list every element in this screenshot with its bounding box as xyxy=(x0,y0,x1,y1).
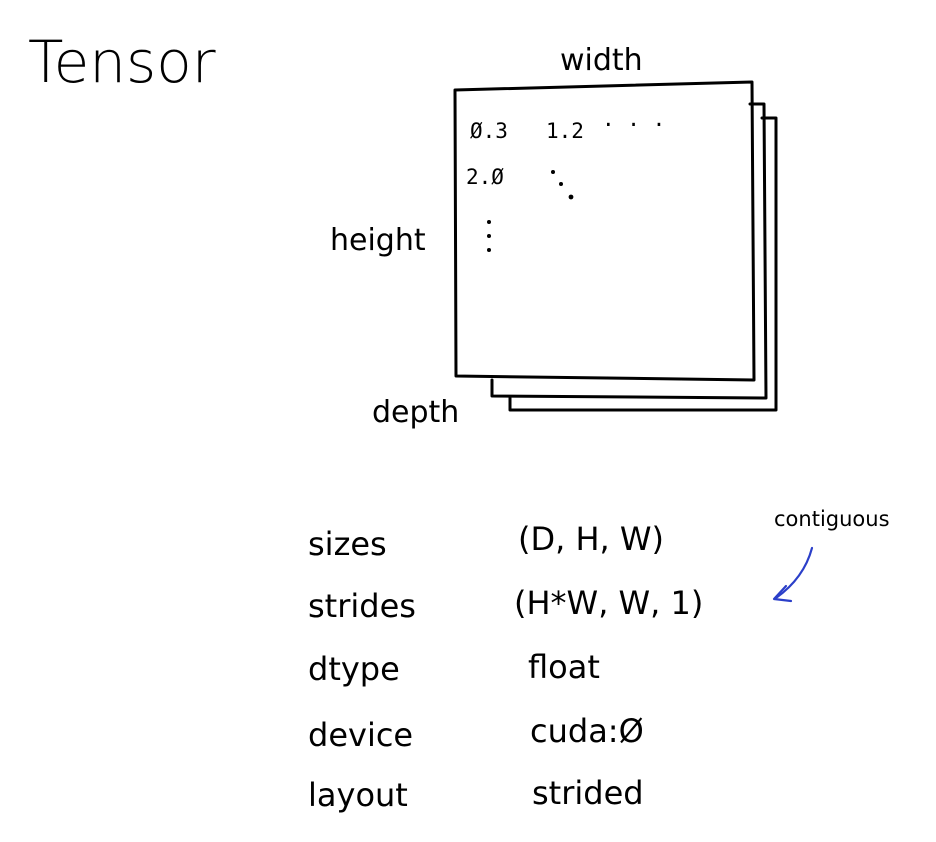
height-label: height xyxy=(330,223,426,258)
tensor-diagram: Tensor width height depth Ø.3 1.2 · · · … xyxy=(28,28,890,814)
contiguous-annotation: contiguous xyxy=(774,507,890,531)
vertical-ellipsis xyxy=(487,220,491,252)
prop-name-dtype: dtype xyxy=(308,650,400,688)
cell-r0c1: 1.2 xyxy=(546,119,584,143)
cell-row-ellipsis: · · · xyxy=(602,113,665,137)
prop-value-layout: strided xyxy=(532,774,644,812)
prop-value-dtype: float xyxy=(528,648,600,686)
prop-name-sizes: sizes xyxy=(308,525,387,563)
prop-name-strides: strides xyxy=(308,587,416,625)
cell-r0c0: Ø.3 xyxy=(470,119,508,143)
prop-value-sizes: (D, H, W) xyxy=(518,520,664,558)
diagram-title: Tensor xyxy=(28,28,216,96)
sheet-back xyxy=(508,116,778,412)
annotation-arrow-icon xyxy=(772,546,814,603)
width-label: width xyxy=(560,43,643,78)
prop-name-layout: layout xyxy=(308,776,408,814)
prop-name-device: device xyxy=(308,716,413,754)
property-table: sizes (D, H, W) strides (H*W, W, 1) dtyp… xyxy=(308,520,703,814)
sheet-middle xyxy=(490,102,768,400)
prop-value-strides: (H*W, W, 1) xyxy=(514,584,703,622)
diagonal-ellipsis xyxy=(551,170,574,200)
prop-value-device: cuda:Ø xyxy=(530,712,644,750)
cell-r1c0: 2.Ø xyxy=(466,165,504,189)
depth-label: depth xyxy=(372,395,459,430)
